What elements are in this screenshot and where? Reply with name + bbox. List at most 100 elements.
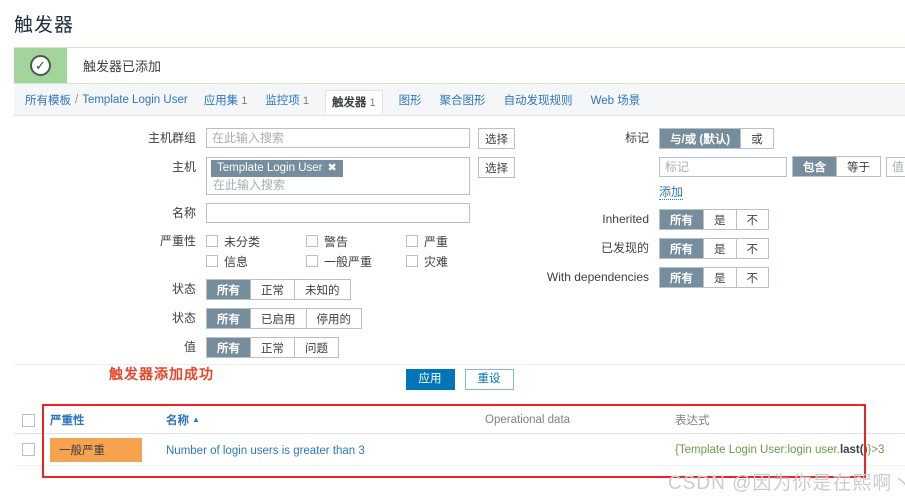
breadcrumb-all-templates[interactable]: 所有模板 bbox=[25, 92, 71, 108]
column-header-severity[interactable]: 严重性 bbox=[42, 412, 158, 428]
value-option-ok[interactable]: 正常 bbox=[251, 338, 295, 357]
tags-evaltype-control[interactable]: 与/或 (默认) 或 bbox=[659, 128, 774, 149]
severity-checkbox-grid: 未分类 警告 严重 信息 一般严重 灾难 bbox=[206, 231, 506, 271]
with-dependencies-option-no[interactable]: 不 bbox=[736, 268, 768, 287]
checkbox-icon[interactable] bbox=[21, 413, 35, 427]
tags-evaltype-andor[interactable]: 与/或 (默认) bbox=[660, 129, 742, 148]
status-badge: 一般严重 bbox=[50, 437, 142, 462]
checkbox-icon[interactable] bbox=[206, 255, 218, 267]
severity-option-label: 警告 bbox=[324, 234, 349, 249]
expression-suffix: }>3 bbox=[867, 443, 885, 456]
reset-button[interactable]: 重设 bbox=[464, 369, 514, 390]
inherited-option-no[interactable]: 不 bbox=[736, 210, 768, 229]
tag-add-row: 添加 bbox=[659, 183, 905, 200]
checkbox-icon[interactable] bbox=[306, 235, 318, 247]
value-option-problem[interactable]: 问题 bbox=[295, 338, 338, 357]
discovered-option-no[interactable]: 不 bbox=[736, 239, 768, 258]
tab-triggers-label: 触发器 bbox=[331, 96, 367, 109]
tag-operator-equals[interactable]: 等于 bbox=[837, 157, 880, 176]
tab-web-scenarios[interactable]: Web 场景 bbox=[589, 89, 643, 111]
add-tag-link[interactable]: 添加 bbox=[659, 185, 684, 200]
severity-option-warning[interactable]: 警告 bbox=[306, 231, 406, 251]
with-dependencies-segmented-control[interactable]: 所有 是 不 bbox=[659, 267, 769, 288]
tab-items-count: 1 bbox=[302, 94, 309, 107]
with-dependencies-option-yes[interactable]: 是 bbox=[704, 268, 737, 287]
breadcrumb-tabs-bar: 所有模板 / Template Login User 应用集 1 监控项 1 触发器… bbox=[14, 84, 905, 116]
value-option-all[interactable]: 所有 bbox=[207, 338, 251, 357]
breadcrumb-current-template[interactable]: Template Login User bbox=[82, 94, 187, 106]
checkbox-icon[interactable] bbox=[206, 235, 218, 247]
tags-evaltype-or[interactable]: 或 bbox=[741, 129, 773, 148]
discovered-option-yes[interactable]: 是 bbox=[704, 239, 737, 258]
message-text: 触发器已添加 bbox=[67, 48, 905, 83]
severity-label: 严重性 bbox=[159, 234, 196, 248]
severity-option-information[interactable]: 信息 bbox=[206, 251, 306, 271]
severity-option-label: 信息 bbox=[224, 254, 249, 269]
tab-triggers-count: 1 bbox=[369, 96, 376, 109]
filter-left-column: 主机群组 选择 主机 Template Login User ✖ 在此输入搜索 … bbox=[14, 128, 534, 366]
message-icon-container: ✓ bbox=[14, 48, 67, 83]
inherited-option-all[interactable]: 所有 bbox=[660, 210, 704, 229]
status-option-disabled[interactable]: 停用的 bbox=[306, 309, 361, 328]
severity-option-disaster[interactable]: 灾难 bbox=[406, 251, 506, 271]
status-segmented-control[interactable]: 所有 已启用 停用的 bbox=[206, 308, 362, 329]
select-all-cell[interactable] bbox=[14, 413, 42, 427]
row-select-cell[interactable] bbox=[14, 443, 42, 456]
host-groups-label: 主机群组 bbox=[147, 131, 196, 145]
tag-operator-control[interactable]: 包含 等于 bbox=[792, 156, 881, 177]
hosts-chip[interactable]: Template Login User ✖ bbox=[211, 160, 343, 177]
discovered-segmented-control[interactable]: 所有 是 不 bbox=[659, 238, 769, 259]
inherited-segmented-control[interactable]: 所有 是 不 bbox=[659, 209, 769, 230]
severity-option-label: 严重 bbox=[424, 234, 449, 249]
hosts-placeholder: 在此输入搜索 bbox=[213, 178, 286, 192]
hosts-select-button[interactable]: 选择 bbox=[478, 157, 515, 178]
tab-web-scenarios-label: Web 场景 bbox=[590, 94, 641, 107]
discovered-option-all[interactable]: 所有 bbox=[660, 239, 704, 258]
status-option-enabled[interactable]: 已启用 bbox=[251, 309, 307, 328]
field-severity: 严重性 未分类 警告 严重 信息 一般严重 灾难 bbox=[14, 231, 534, 271]
host-groups-select-button[interactable]: 选择 bbox=[478, 128, 515, 149]
trigger-name-link[interactable]: Number of login users is greater than 3 bbox=[166, 445, 365, 457]
tab-screens[interactable]: 聚合图形 bbox=[438, 89, 488, 111]
apply-button[interactable]: 应用 bbox=[405, 369, 455, 390]
expression-function: last() bbox=[839, 443, 868, 456]
hosts-chip-label: Template Login User bbox=[217, 162, 323, 174]
checkbox-icon[interactable] bbox=[306, 255, 318, 267]
severity-option-not-classified[interactable]: 未分类 bbox=[206, 231, 306, 251]
checkbox-icon[interactable] bbox=[406, 255, 418, 267]
inherited-option-yes[interactable]: 是 bbox=[704, 210, 737, 229]
severity-option-label: 灾难 bbox=[424, 254, 449, 269]
table-header-row: 严重性 名称 ▲ Operational data 表达式 bbox=[14, 407, 905, 434]
checkbox-icon[interactable] bbox=[406, 235, 418, 247]
column-header-name[interactable]: 名称 ▲ bbox=[158, 412, 485, 428]
tag-value-input[interactable] bbox=[886, 156, 905, 177]
table-row[interactable]: 一般严重 Number of login users is greater th… bbox=[14, 434, 905, 466]
checkbox-icon[interactable] bbox=[21, 443, 35, 456]
tab-discovery-rules[interactable]: 自动发现规则 bbox=[502, 89, 575, 111]
state-option-normal[interactable]: 正常 bbox=[251, 280, 295, 299]
field-tags: 标记 与/或 (默认) 或 包含 等于 bbox=[534, 128, 905, 200]
host-groups-input[interactable] bbox=[206, 128, 470, 148]
with-dependencies-option-all[interactable]: 所有 bbox=[660, 268, 704, 287]
with-dependencies-label: With dependencies bbox=[546, 270, 649, 284]
tab-graphs[interactable]: 图形 bbox=[397, 89, 424, 111]
state-option-unknown[interactable]: 未知的 bbox=[295, 280, 350, 299]
tab-applications[interactable]: 应用集 1 bbox=[202, 89, 250, 111]
tag-name-input[interactable] bbox=[659, 156, 787, 177]
field-name: 名称 bbox=[14, 203, 534, 223]
tag-operator-contains[interactable]: 包含 bbox=[793, 157, 837, 176]
state-option-all[interactable]: 所有 bbox=[207, 280, 251, 299]
value-segmented-control[interactable]: 所有 正常 问题 bbox=[206, 337, 339, 358]
row-severity-cell: 一般严重 bbox=[42, 437, 158, 462]
tab-items[interactable]: 监控项 1 bbox=[263, 89, 311, 111]
severity-option-high[interactable]: 严重 bbox=[406, 231, 506, 251]
state-segmented-control[interactable]: 所有 正常 未知的 bbox=[206, 279, 351, 300]
name-input[interactable] bbox=[206, 203, 470, 223]
column-header-expression: 表达式 bbox=[675, 415, 710, 427]
close-icon[interactable]: ✖ bbox=[327, 161, 336, 176]
tab-discovery-rules-label: 自动发现规则 bbox=[503, 94, 573, 107]
status-option-all[interactable]: 所有 bbox=[207, 309, 251, 328]
hosts-multiselect[interactable]: Template Login User ✖ 在此输入搜索 bbox=[206, 157, 470, 195]
severity-option-average[interactable]: 一般严重 bbox=[306, 251, 406, 271]
tab-triggers[interactable]: 触发器 1 bbox=[324, 89, 383, 114]
